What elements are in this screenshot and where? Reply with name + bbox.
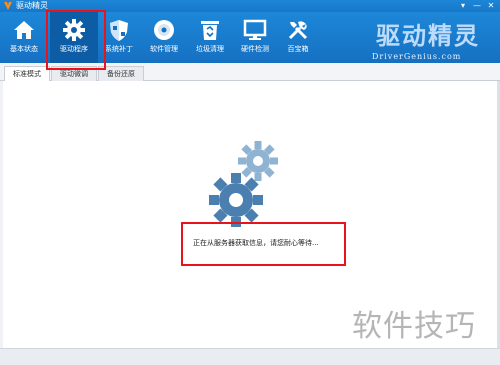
recycle-bin-icon [201, 21, 219, 40]
monitor-icon [243, 19, 267, 40]
status-bar [0, 348, 500, 365]
toolbar-item-label: 基本状态 [10, 45, 38, 53]
close-button[interactable]: ✕ [484, 0, 498, 12]
tab-standard-mode[interactable]: 标准模式 [4, 66, 50, 82]
driver-genius-window: 驱动精灵 ▾ — ✕ 基本状态 驱动程序 系统补丁 软件管理 垃圾清理 硬件检测… [0, 0, 500, 365]
brand-logo: 驱动精灵 DriverGenius.com [366, 22, 500, 68]
toolbar-item-toolbox[interactable]: 百宝箱 [278, 12, 318, 63]
disc-icon [154, 20, 174, 40]
toolbar-item-basic-status[interactable]: 基本状态 [2, 12, 46, 63]
home-icon [14, 21, 34, 39]
toolbar-item-software-manager[interactable]: 软件管理 [143, 12, 185, 63]
shield-icon [110, 20, 128, 41]
brand-url: DriverGenius.com [372, 52, 462, 61]
tools-icon [288, 21, 308, 40]
menu-dropdown-button[interactable]: ▾ [456, 0, 470, 12]
highlight-box-status-text [181, 222, 346, 266]
toolbar-item-junk-cleanup[interactable]: 垃圾清理 [188, 12, 232, 63]
window-title: 驱动精灵 [16, 1, 48, 10]
toolbar-item-label: 垃圾清理 [196, 45, 224, 53]
app-logo-icon [4, 2, 12, 10]
minimize-button[interactable]: — [470, 0, 484, 12]
toolbar-item-label: 软件管理 [150, 45, 178, 53]
toolbar-item-label: 百宝箱 [287, 45, 309, 53]
brand-name: 驱动精灵 [376, 22, 480, 50]
toolbar-item-hardware-detection[interactable]: 硬件检测 [234, 12, 276, 63]
loading-gears-icon [209, 141, 278, 227]
watermark-text: 软件技巧 [352, 309, 476, 344]
window-controls: ▾ — ✕ [456, 0, 498, 12]
highlight-box-driver-programs [46, 10, 106, 70]
toolbar-item-label: 硬件检测 [241, 45, 269, 53]
